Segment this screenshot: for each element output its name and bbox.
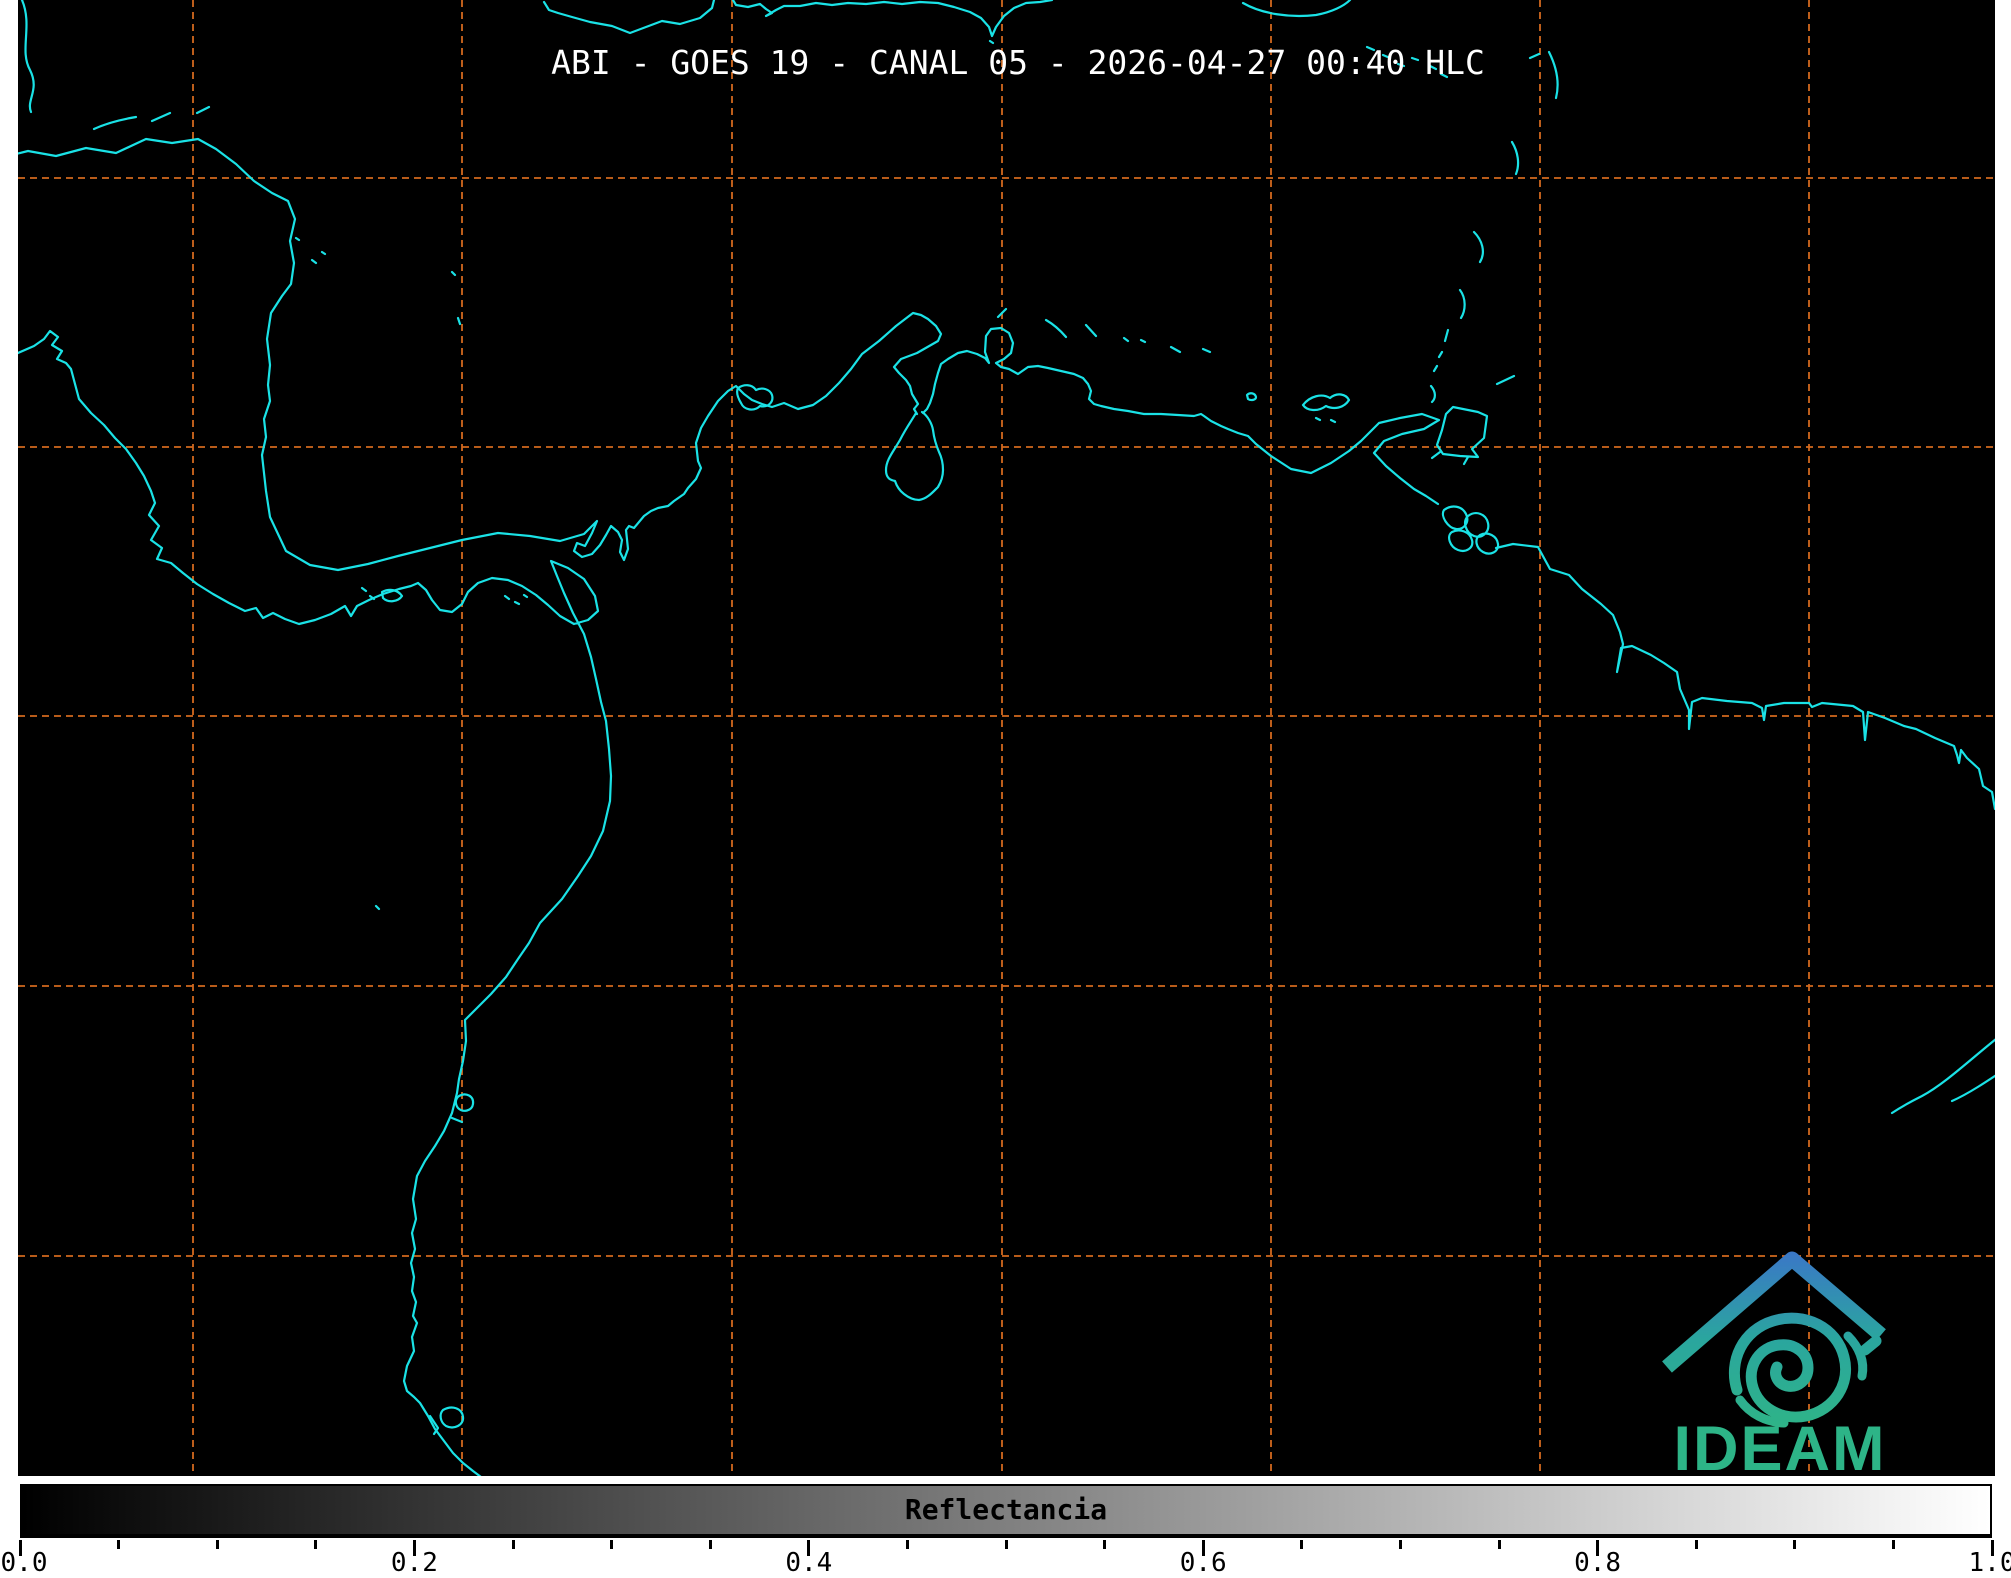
map-background xyxy=(18,0,1995,1476)
ideam-logo-text: IDEAM xyxy=(1674,1414,1887,1484)
colorbar-minor-tick xyxy=(1103,1540,1107,1549)
map-title: ABI - GOES 19 - CANAL 05 - 2026-04-27 00… xyxy=(551,43,1485,82)
colorbar-minor-tick xyxy=(708,1540,712,1549)
colorbar-tick-label: 1.0 xyxy=(1968,1548,2011,1578)
satellite-map: ABI - GOES 19 - CANAL 05 - 2026-04-27 00… xyxy=(18,0,1995,1484)
colorbar-minor-tick xyxy=(1398,1540,1402,1549)
colorbar-minor-tick xyxy=(117,1540,121,1549)
colorbar-minor-tick xyxy=(1793,1540,1797,1549)
colorbar-minor-tick xyxy=(511,1540,515,1549)
colorbar-minor-tick xyxy=(314,1540,318,1549)
colorbar-minor-tick xyxy=(1694,1540,1698,1549)
colorbar-minor-tick xyxy=(1891,1540,1895,1549)
colorbar-minor-tick xyxy=(905,1540,909,1549)
colorbar: Reflectancia xyxy=(20,1484,1992,1538)
colorbar-minor-tick xyxy=(1497,1540,1501,1549)
colorbar-tick-label: 0.4 xyxy=(785,1548,833,1578)
colorbar-tick-label: 0.0 xyxy=(0,1548,48,1578)
colorbar-label: Reflectancia xyxy=(904,1493,1108,1526)
colorbar-tick-label: 0.6 xyxy=(1179,1548,1227,1578)
satellite-product-page: { "title": "ABI - GOES 19 - CANAL 05 - 2… xyxy=(0,0,2011,1577)
colorbar-tick-label: 0.8 xyxy=(1574,1548,1622,1578)
colorbar-minor-tick xyxy=(1004,1540,1008,1549)
colorbar-minor-tick xyxy=(1300,1540,1304,1549)
colorbar-minor-tick xyxy=(215,1540,219,1549)
colorbar-minor-tick xyxy=(610,1540,614,1549)
colorbar-tick-label: 0.2 xyxy=(390,1548,438,1578)
